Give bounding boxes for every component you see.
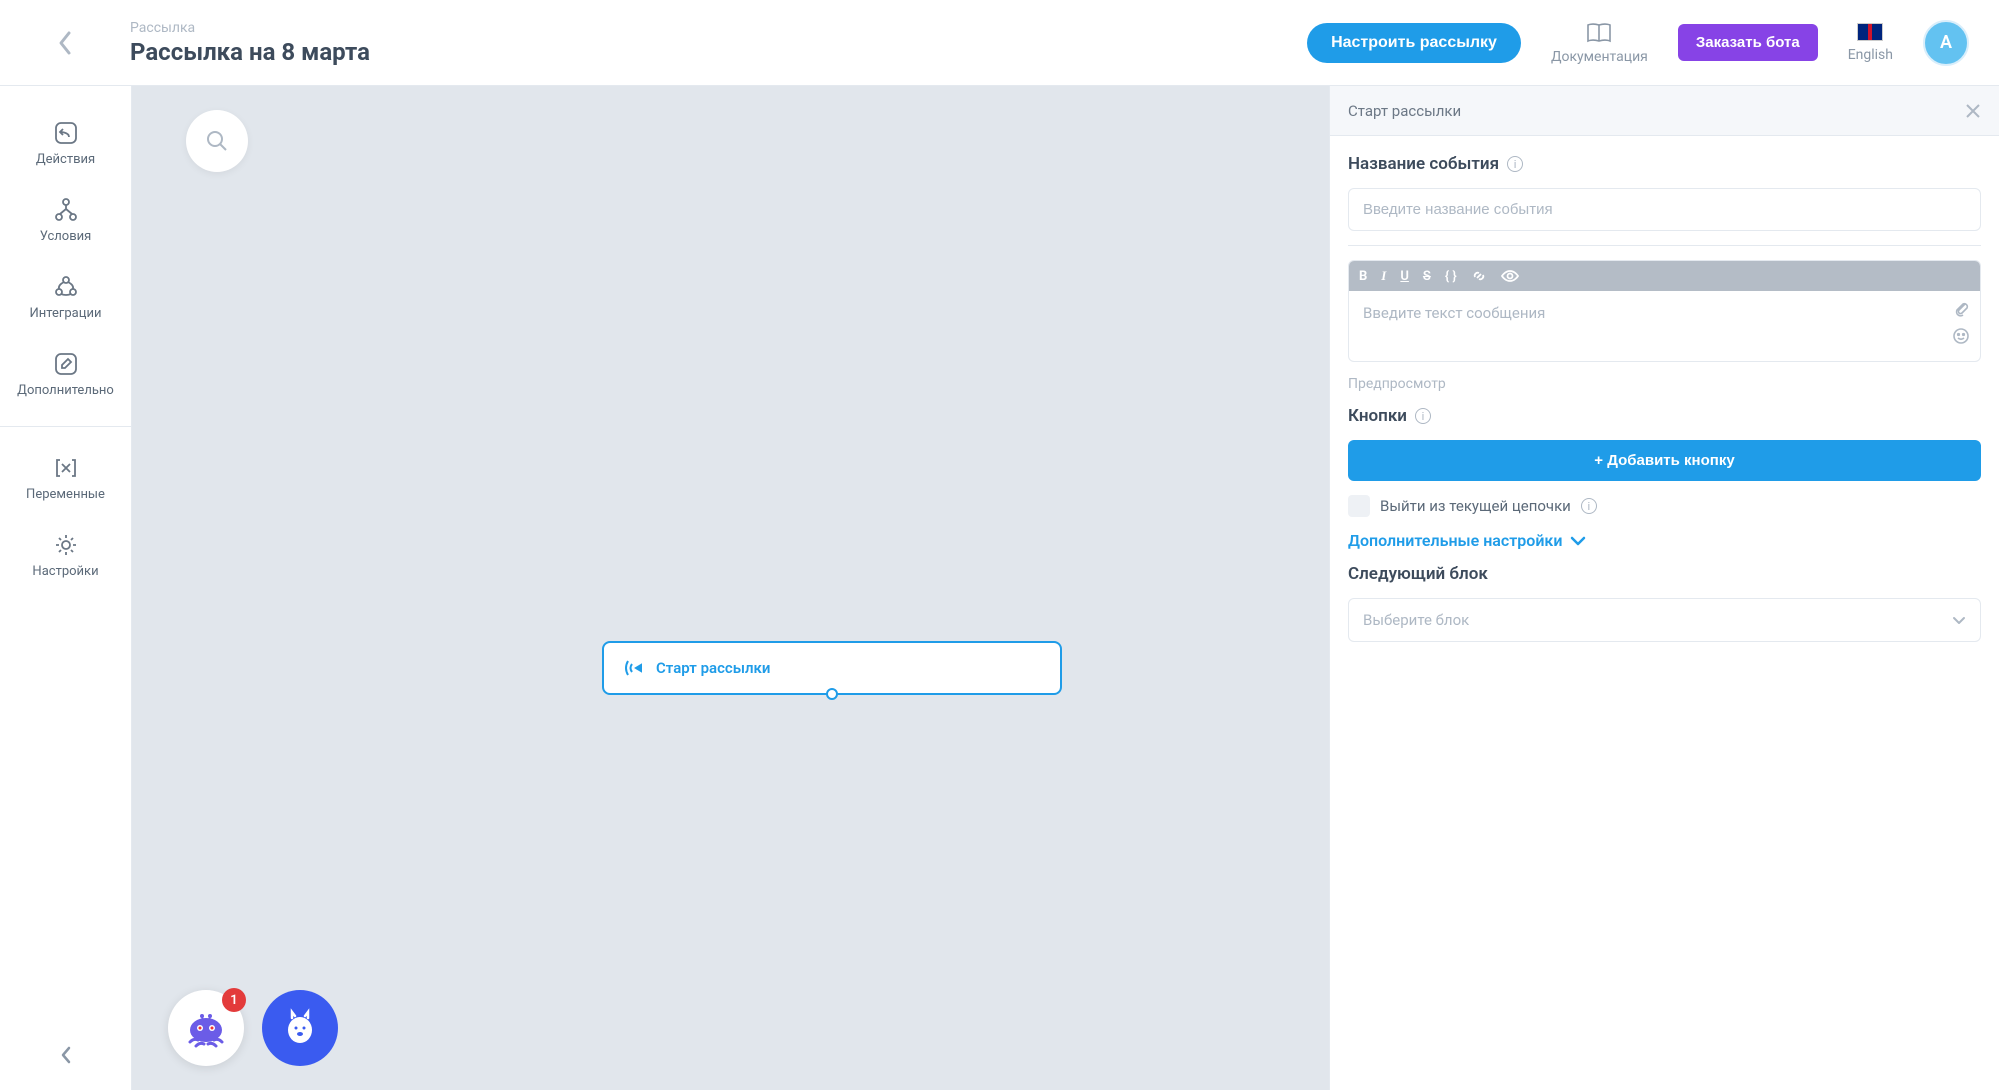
sidebar-item-conditions[interactable]: Условия [0, 183, 131, 258]
node-title: Старт рассылки [656, 659, 770, 677]
properties-panel: Старт рассылки Название события i B I U [1329, 86, 1999, 1090]
preview-button[interactable] [1501, 269, 1519, 283]
variable-button[interactable]: { } [1445, 269, 1457, 284]
advanced-settings-toggle[interactable]: Дополнительные настройки [1348, 531, 1981, 550]
configure-broadcast-button[interactable]: Настроить рассылку [1307, 23, 1521, 63]
sidebar-item-additional[interactable]: Дополнительно [0, 337, 131, 412]
documentation-label: Документация [1551, 49, 1648, 65]
select-placeholder: Выберите блок [1363, 611, 1469, 629]
support-chat-button[interactable]: 1 [168, 990, 244, 1066]
sidebar-divider [0, 426, 131, 427]
info-icon[interactable]: i [1507, 156, 1523, 172]
info-icon[interactable]: i [1581, 498, 1597, 514]
book-icon [1585, 21, 1613, 45]
chevron-down-icon [1570, 536, 1586, 546]
message-textarea[interactable]: Введите текст сообщения [1349, 291, 1980, 361]
sidebar-item-label: Действия [36, 152, 95, 167]
back-button[interactable] [0, 0, 130, 85]
sidebar-item-label: Настройки [32, 564, 98, 579]
canvas-search-button[interactable] [186, 110, 248, 172]
bot-icon [182, 1004, 230, 1052]
node-output-port[interactable] [826, 688, 838, 700]
italic-button[interactable]: I [1381, 268, 1386, 284]
message-editor: B I U S { } Введите текст сообщения [1348, 260, 1981, 362]
buttons-label: Кнопки i [1348, 406, 1981, 426]
exit-chain-label: Выйти из текущей цепочки [1380, 497, 1571, 515]
branch-icon [53, 197, 79, 223]
next-block-label: Следующий блок [1348, 564, 1981, 584]
link-button[interactable] [1471, 268, 1487, 284]
sidebar-item-label: Условия [40, 229, 92, 244]
llama-icon [278, 1006, 322, 1050]
sidebar-item-label: Дополнительно [17, 383, 114, 398]
chevron-down-icon [1952, 616, 1966, 625]
sidebar-item-label: Интеграции [30, 306, 102, 321]
sidebar-item-label: Переменные [26, 487, 105, 502]
variable-icon [53, 455, 79, 481]
sidebar-item-settings[interactable]: Настройки [0, 518, 131, 593]
user-avatar[interactable]: A [1923, 20, 1969, 66]
divider [1348, 245, 1981, 246]
editor-toolbar: B I U S { } [1349, 261, 1980, 291]
gear-icon [53, 532, 79, 558]
start-broadcast-node[interactable]: Старт рассылки [602, 641, 1062, 695]
close-panel-button[interactable] [1965, 103, 1981, 119]
strike-button[interactable]: S [1423, 269, 1431, 284]
order-bot-button[interactable]: Заказать бота [1678, 24, 1818, 61]
event-name-input[interactable] [1348, 188, 1981, 231]
integrations-icon [53, 274, 79, 300]
preview-label: Предпросмотр [1348, 376, 1981, 392]
sidebar-item-variables[interactable]: Переменные [0, 441, 131, 516]
underline-button[interactable]: U [1400, 269, 1409, 284]
bold-button[interactable]: B [1359, 269, 1367, 284]
info-icon[interactable]: i [1415, 408, 1431, 424]
documentation-link[interactable]: Документация [1551, 21, 1648, 65]
search-icon [205, 129, 229, 153]
language-label: English [1848, 47, 1893, 63]
page-title: Рассылка на 8 марта [130, 38, 1307, 66]
sidebar-item-actions[interactable]: Действия [0, 106, 131, 181]
flow-canvas[interactable]: Старт рассылки 1 [132, 86, 1329, 1090]
message-placeholder: Введите текст сообщения [1363, 304, 1545, 322]
broadcast-icon [622, 657, 644, 679]
reply-icon [53, 120, 79, 146]
language-switcher[interactable]: English [1848, 23, 1893, 63]
uk-flag-icon [1857, 23, 1883, 41]
sidebar-item-integrations[interactable]: Интеграции [0, 260, 131, 335]
exit-chain-checkbox[interactable] [1348, 495, 1370, 517]
notification-badge: 1 [222, 988, 246, 1012]
emoji-button[interactable] [1952, 327, 1970, 345]
next-block-select[interactable]: Выберите блок [1348, 598, 1981, 642]
attachment-button[interactable] [1952, 299, 1970, 317]
sidebar-collapse-button[interactable] [0, 1020, 131, 1090]
panel-title: Старт рассылки [1348, 102, 1461, 120]
edit-icon [53, 351, 79, 377]
add-button-button[interactable]: + Добавить кнопку [1348, 440, 1981, 481]
assistant-button[interactable] [262, 990, 338, 1066]
breadcrumb: Рассылка [130, 20, 1307, 36]
header: Рассылка Рассылка на 8 марта Настроить р… [0, 0, 1999, 86]
avatar-initial: A [1940, 32, 1952, 53]
sidebar: Действия Условия Интеграции [0, 86, 132, 1090]
event-name-label: Название события i [1348, 154, 1981, 174]
